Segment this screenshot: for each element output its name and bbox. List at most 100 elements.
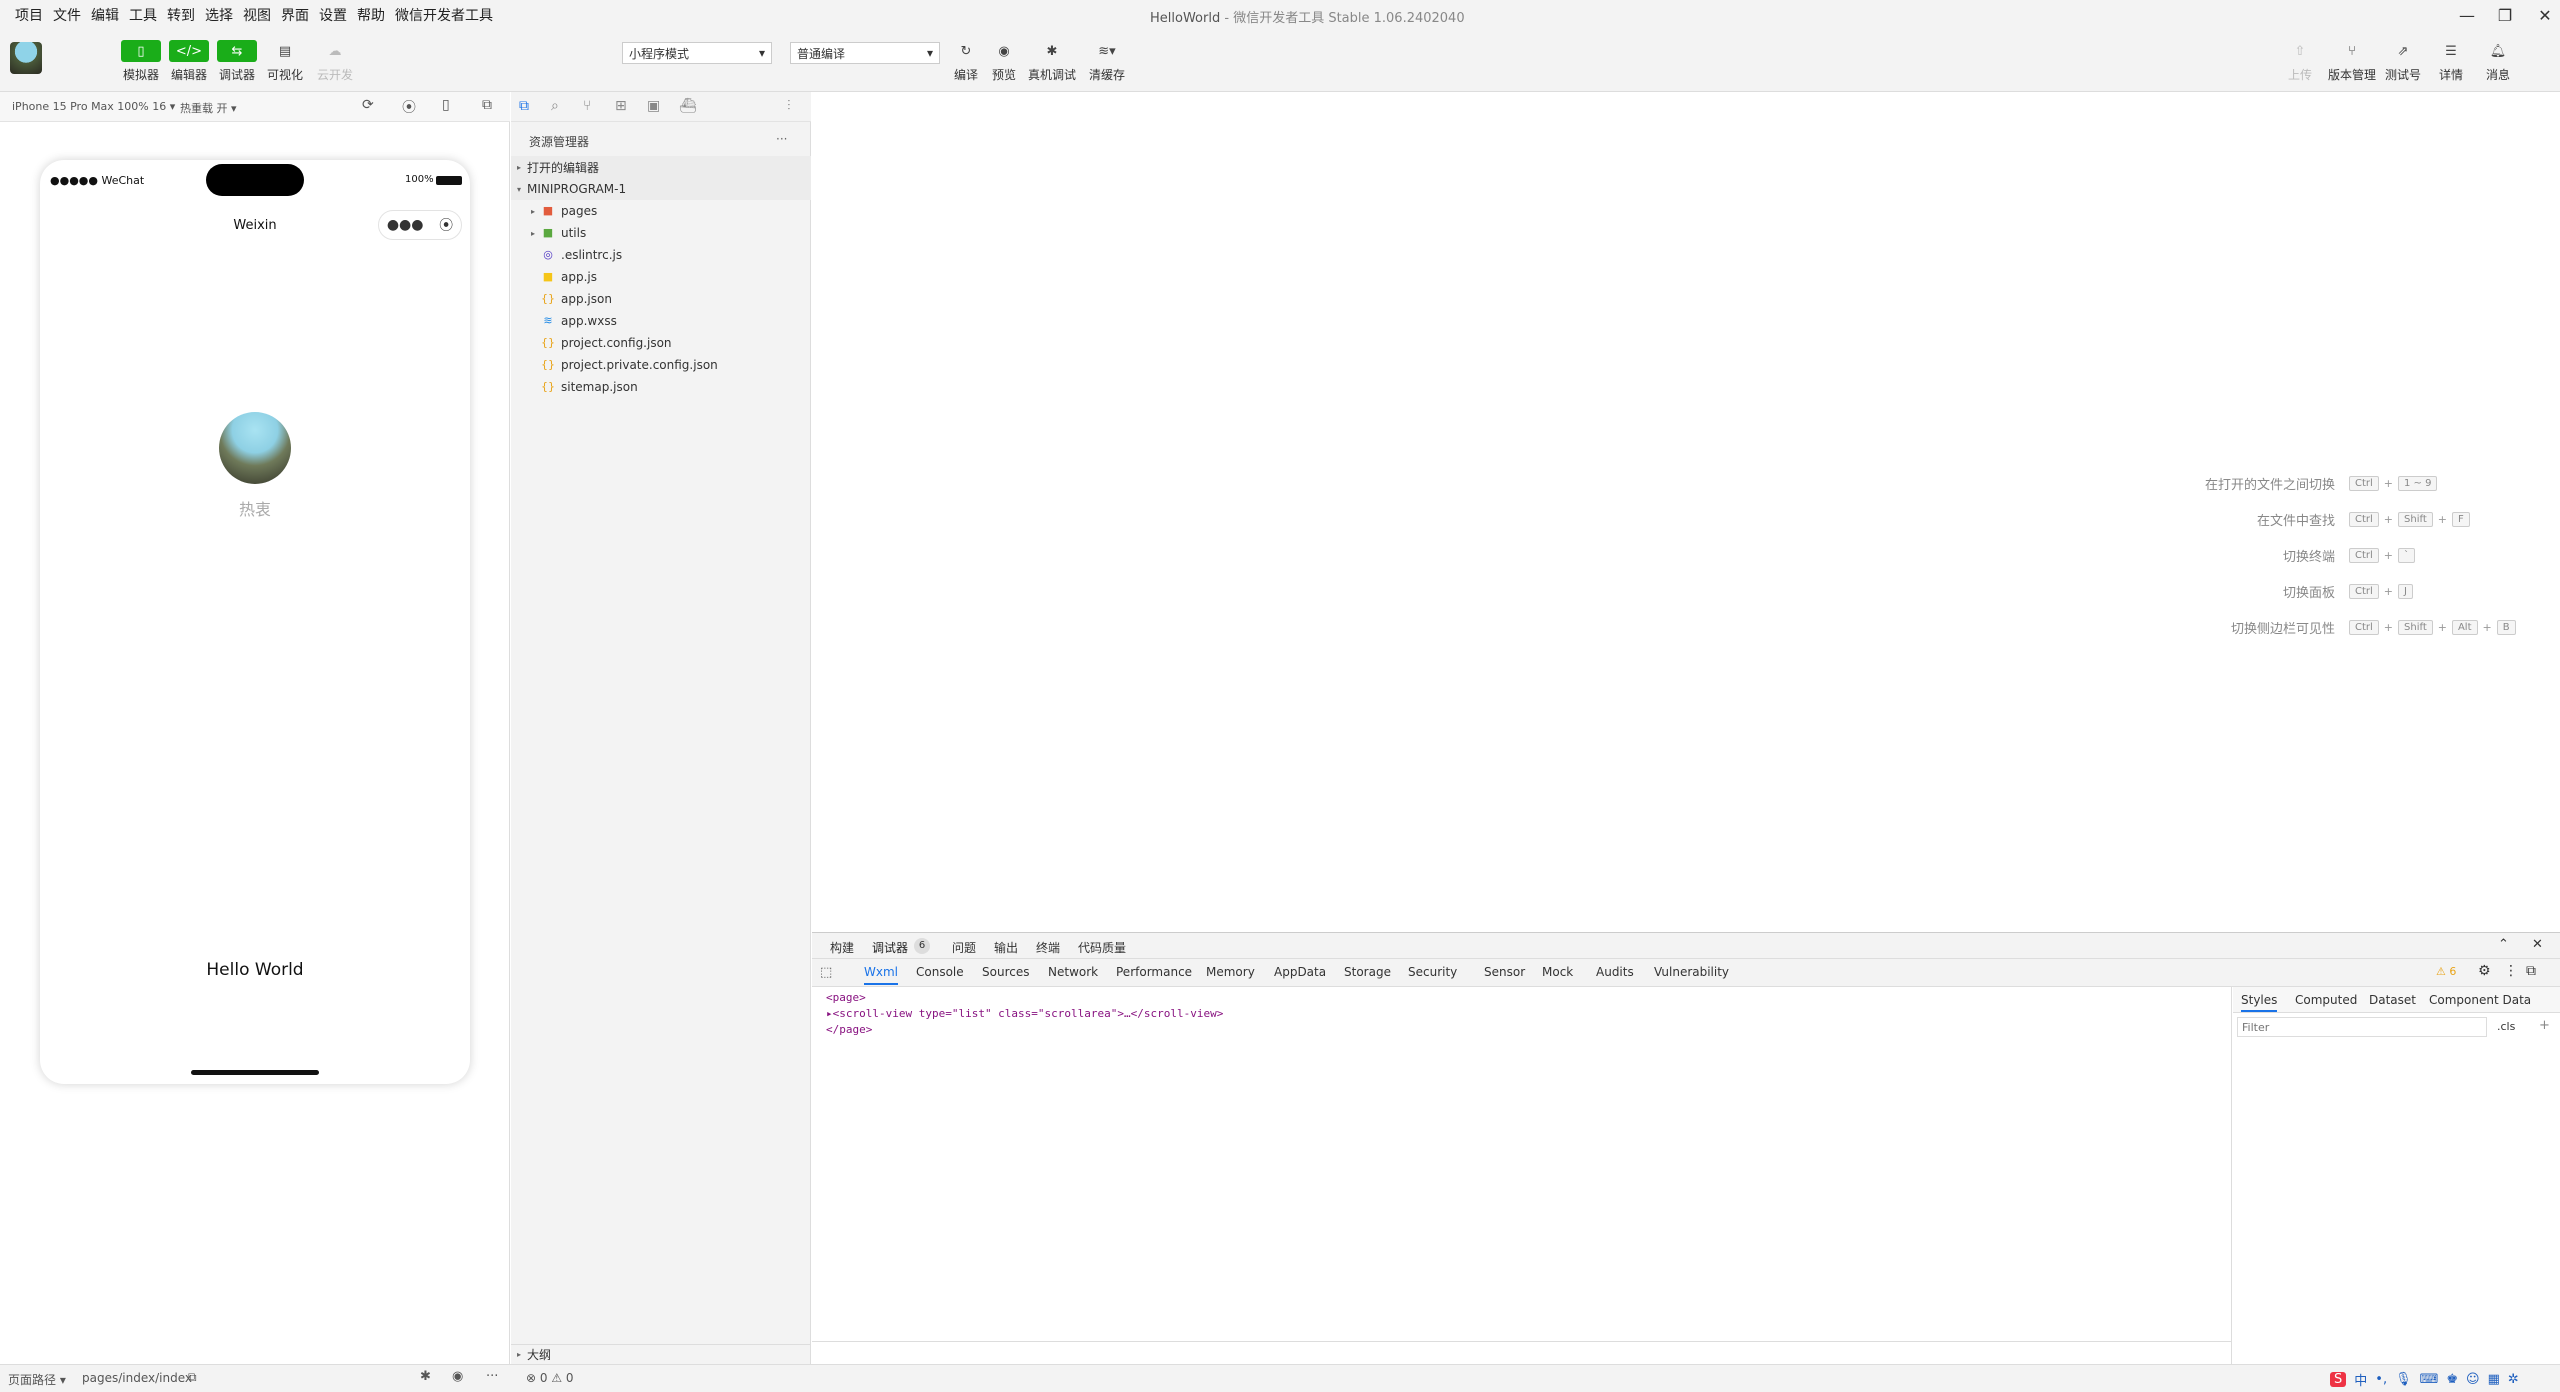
split-icon[interactable]: ⫶ xyxy=(787,98,791,114)
file-row-project-config[interactable]: {} project.config.json xyxy=(511,332,811,354)
tab-storage[interactable]: Storage xyxy=(1344,965,1391,979)
panel-icon[interactable]: ▣ xyxy=(647,98,660,114)
close-icon[interactable]: ✕ xyxy=(2532,937,2543,952)
chevron-up-icon[interactable]: ⌃ xyxy=(2498,937,2509,952)
skin-icon[interactable]: ♚ xyxy=(2446,1372,2458,1387)
menu-select[interactable]: 选择 xyxy=(200,5,238,25)
debugger-button[interactable]: ⇆ 调试器 xyxy=(217,40,257,83)
menu-ui[interactable]: 界面 xyxy=(276,5,314,25)
preview-button[interactable]: ◉ 预览 xyxy=(984,40,1024,83)
real-debug-button[interactable]: ✱ 真机调试 xyxy=(1028,40,1076,83)
menu-settings[interactable]: 设置 xyxy=(314,5,352,25)
close-window-button[interactable]: ✕ xyxy=(2522,2,2560,28)
tab-computed[interactable]: Computed xyxy=(2295,993,2357,1007)
more-icon[interactable]: ··· xyxy=(776,132,787,146)
settings-icon[interactable]: ✲ xyxy=(2508,1372,2519,1387)
tab-wxml[interactable]: Wxml xyxy=(864,965,898,985)
editor-button[interactable]: </> 编辑器 xyxy=(169,40,209,83)
mic-icon[interactable]: 🎙︎ xyxy=(2395,1372,2412,1387)
wxml-line[interactable]: </page> xyxy=(826,1023,872,1036)
tab-component-data[interactable]: Component Data xyxy=(2429,993,2531,1007)
eye-icon[interactable]: ◉ xyxy=(452,1369,463,1384)
file-row-app-wxss[interactable]: ≋ app.wxss xyxy=(511,310,811,332)
avatar[interactable] xyxy=(10,42,42,74)
ime-lang-icon[interactable]: 中 xyxy=(2354,1370,2367,1389)
cls-toggle[interactable]: .cls xyxy=(2497,1020,2515,1033)
styles-filter-input[interactable] xyxy=(2237,1017,2487,1037)
menu-file[interactable]: 文件 xyxy=(48,5,86,25)
open-editors-section[interactable]: ▸ 打开的编辑器 xyxy=(511,156,811,178)
tray-app-icon[interactable]: ☺ xyxy=(2466,1372,2480,1387)
close-target-icon[interactable]: ⦿ xyxy=(439,215,453,235)
add-style-rule-button[interactable]: + xyxy=(2539,1018,2550,1033)
inspect-icon[interactable]: ⬚ xyxy=(820,965,832,980)
tab-mock[interactable]: Mock xyxy=(1542,965,1573,979)
punct-icon[interactable]: •, xyxy=(2375,1372,2387,1387)
file-row-app-js[interactable]: ■ app.js xyxy=(511,266,811,288)
page-path-select[interactable]: 页面路径 ▾ xyxy=(8,1371,66,1388)
hotreload-select[interactable]: 热重载 开 ▾ xyxy=(180,100,237,116)
tab-network[interactable]: Network xyxy=(1048,965,1098,979)
warning-count[interactable]: ⚠ 6 xyxy=(2436,965,2456,978)
tab-performance[interactable]: Performance xyxy=(1116,965,1192,979)
bug-icon[interactable]: ✱ xyxy=(420,1369,431,1384)
menu-wechat-devtools[interactable]: 微信开发者工具 xyxy=(390,5,498,25)
wxml-line[interactable]: ▸<scroll-view type="list" class="scrolla… xyxy=(826,1007,1223,1020)
rotate-icon[interactable]: ⟳ xyxy=(362,97,374,113)
details-button[interactable]: ☰ 详情 xyxy=(2431,40,2471,83)
compile-select[interactable]: 普通编译 ▾ xyxy=(790,42,940,64)
tab-dataset[interactable]: Dataset xyxy=(2369,993,2416,1007)
wxml-line[interactable]: <page> xyxy=(826,991,866,1004)
version-button[interactable]: ⑂ 版本管理 xyxy=(2328,40,2376,83)
clear-cache-button[interactable]: ≋▾ 清缓存 xyxy=(1087,40,1127,83)
copy-icon[interactable]: ⧉ xyxy=(188,1370,197,1385)
popout-icon[interactable]: ⧉ xyxy=(482,97,492,113)
tab-security[interactable]: Security xyxy=(1408,965,1457,979)
menu-project[interactable]: 项目 xyxy=(10,5,48,25)
device-select[interactable]: iPhone 15 Pro Max 100% 16 ▾ xyxy=(12,100,175,113)
menu-edit[interactable]: 编辑 xyxy=(86,5,124,25)
file-row-pages[interactable]: ▸ ■ pages xyxy=(511,200,811,222)
cloud-button[interactable]: ☁ 云开发 xyxy=(315,40,355,83)
ime-logo-icon[interactable]: S xyxy=(2330,1371,2347,1387)
grid-icon[interactable]: ▦ xyxy=(2488,1372,2500,1387)
project-section[interactable]: ▾ MINIPROGRAM-1 xyxy=(511,178,811,200)
tab-console[interactable]: Console xyxy=(916,965,964,979)
user-avatar[interactable] xyxy=(219,412,291,484)
tab-sensor[interactable]: Sensor xyxy=(1484,965,1525,979)
capsule-menu[interactable]: ●●● ⦿ xyxy=(378,210,462,240)
git-icon[interactable]: ⑂ xyxy=(583,98,591,114)
file-row-sitemap[interactable]: {} sitemap.json xyxy=(511,376,811,398)
problems-status[interactable]: ⊗ 0 ⚠ 0 xyxy=(526,1371,574,1385)
extensions-icon[interactable]: ⊞ xyxy=(615,98,627,114)
tab-output[interactable]: 输出 xyxy=(994,939,1018,956)
simulator-button[interactable]: ▯ 模拟器 xyxy=(121,40,161,83)
outline-section[interactable]: ▸ 大纲 xyxy=(511,1344,811,1364)
upload-button[interactable]: ⇧ 上传 xyxy=(2280,40,2320,83)
tab-appdata[interactable]: AppData xyxy=(1274,965,1326,979)
menu-tools[interactable]: 工具 xyxy=(124,5,162,25)
tab-sources[interactable]: Sources xyxy=(982,965,1029,979)
messages-button[interactable]: 🔔︎ 消息 xyxy=(2478,40,2518,83)
tab-problems[interactable]: 问题 xyxy=(952,939,976,956)
mode-select[interactable]: 小程序模式 ▾ xyxy=(622,42,772,64)
record-icon[interactable]: ⦿ xyxy=(402,97,416,117)
visual-button[interactable]: ▤ 可视化 xyxy=(265,40,305,83)
menu-goto[interactable]: 转到 xyxy=(162,5,200,25)
file-row-utils[interactable]: ▸ ■ utils xyxy=(511,222,811,244)
compile-button[interactable]: ↻ 编译 xyxy=(946,40,986,83)
menu-help[interactable]: 帮助 xyxy=(352,5,390,25)
tab-memory[interactable]: Memory xyxy=(1206,965,1255,979)
kebab-icon[interactable]: ⋮ xyxy=(2504,963,2518,979)
tab-debugger[interactable]: 调试器 xyxy=(872,939,908,956)
menu-view[interactable]: 视图 xyxy=(238,5,276,25)
file-row-eslintrc[interactable]: ◎ .eslintrc.js xyxy=(511,244,811,266)
more-dots-icon[interactable]: ●●● xyxy=(387,217,424,233)
file-row-project-private-config[interactable]: {} project.private.config.json xyxy=(511,354,811,376)
search-icon[interactable]: ⌕ xyxy=(551,98,559,114)
files-icon[interactable]: ⧉ xyxy=(519,98,529,114)
more-icon[interactable]: ··· xyxy=(486,1369,498,1384)
test-button[interactable]: ⇗ 测试号 xyxy=(2383,40,2423,83)
file-row-app-json[interactable]: {} app.json xyxy=(511,288,811,310)
tab-audits[interactable]: Audits xyxy=(1596,965,1634,979)
